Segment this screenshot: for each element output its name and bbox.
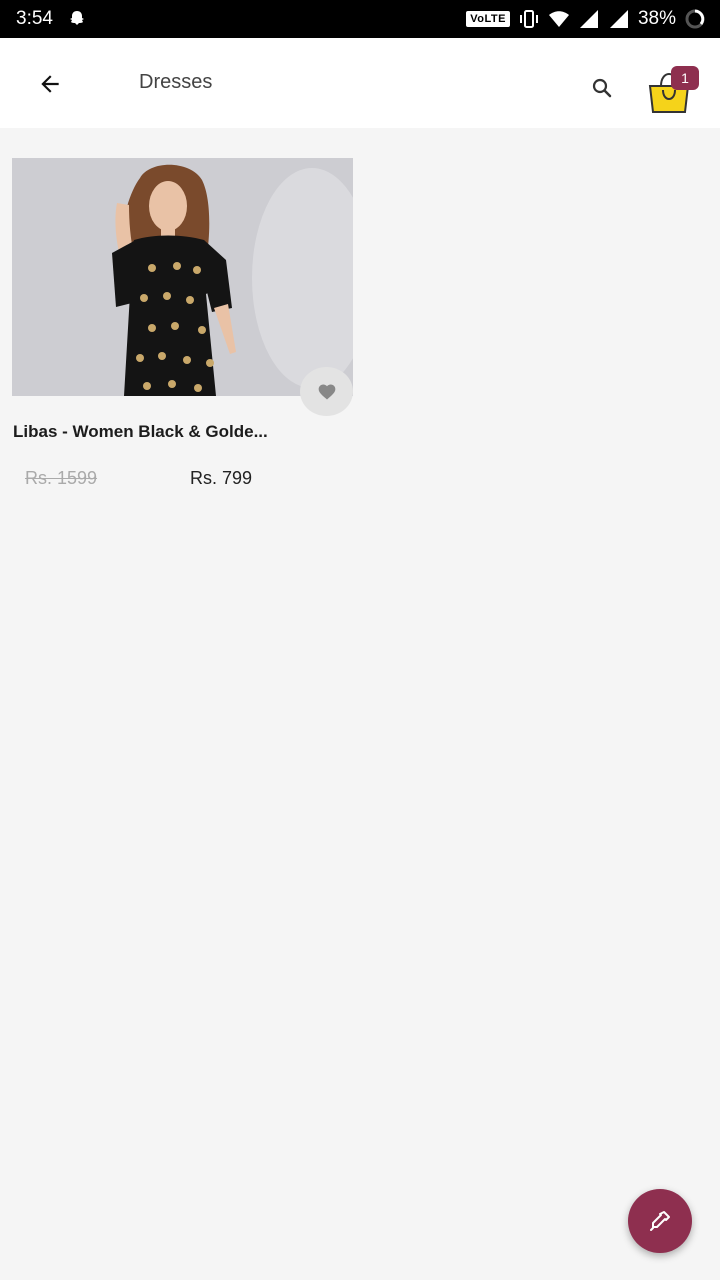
cart-count-badge: 1 <box>671 66 699 90</box>
edit-fab-button[interactable] <box>628 1189 692 1253</box>
volte-badge: VoLTE <box>466 11 510 27</box>
snapchat-icon <box>69 11 84 25</box>
signal-icon <box>579 10 598 28</box>
vibrate-icon <box>519 10 538 28</box>
battery-icon <box>685 9 705 29</box>
wishlist-button[interactable] <box>300 367 353 416</box>
heart-icon <box>318 384 335 399</box>
search-button[interactable] <box>582 68 622 108</box>
battery-percent: 38% <box>637 8 676 29</box>
status-time: 3:54 <box>16 8 53 29</box>
app-bar: Dresses 1 <box>0 38 720 128</box>
eyedropper-icon <box>650 1211 670 1231</box>
page-title: Dresses <box>139 71 213 93</box>
status-indicators: VoLTE 38% <box>466 8 706 30</box>
arrow-back-icon <box>41 75 59 93</box>
sale-price: Rs. 799 <box>190 468 253 488</box>
status-bar: 3:54 VoLTE 38% <box>0 0 720 38</box>
search-icon <box>592 78 612 98</box>
product-name[interactable]: Libas - Women Black & Golde... <box>13 422 343 442</box>
original-price: Rs. 1599 <box>25 468 98 488</box>
back-button[interactable] <box>30 64 70 104</box>
app-root: 3:54 VoLTE 38% Dresses 1 Libas - Women B… <box>0 0 720 1280</box>
product-image[interactable] <box>12 158 353 396</box>
signal-icon <box>609 10 628 28</box>
product-card[interactable]: Libas - Women Black & Golde... Rs. 1599 … <box>12 158 353 488</box>
wifi-icon <box>548 11 569 27</box>
dress-photo <box>12 158 353 396</box>
